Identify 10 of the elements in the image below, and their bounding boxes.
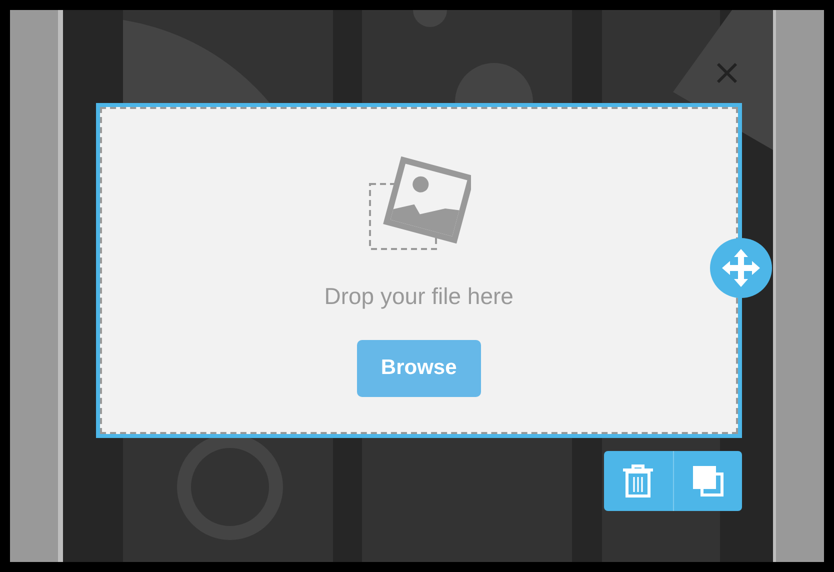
delete-button[interactable] <box>604 451 673 511</box>
close-icon[interactable] <box>716 62 738 84</box>
drop-message: Drop your file here <box>324 282 514 311</box>
copy-icon <box>692 465 724 497</box>
move-icon <box>720 248 761 288</box>
duplicate-button[interactable] <box>672 451 742 511</box>
trash-icon <box>622 464 654 498</box>
image-icon <box>366 155 471 251</box>
browse-button[interactable]: Browse <box>356 340 481 396</box>
drop-zone[interactable]: Drop your file here Browse <box>96 103 742 438</box>
